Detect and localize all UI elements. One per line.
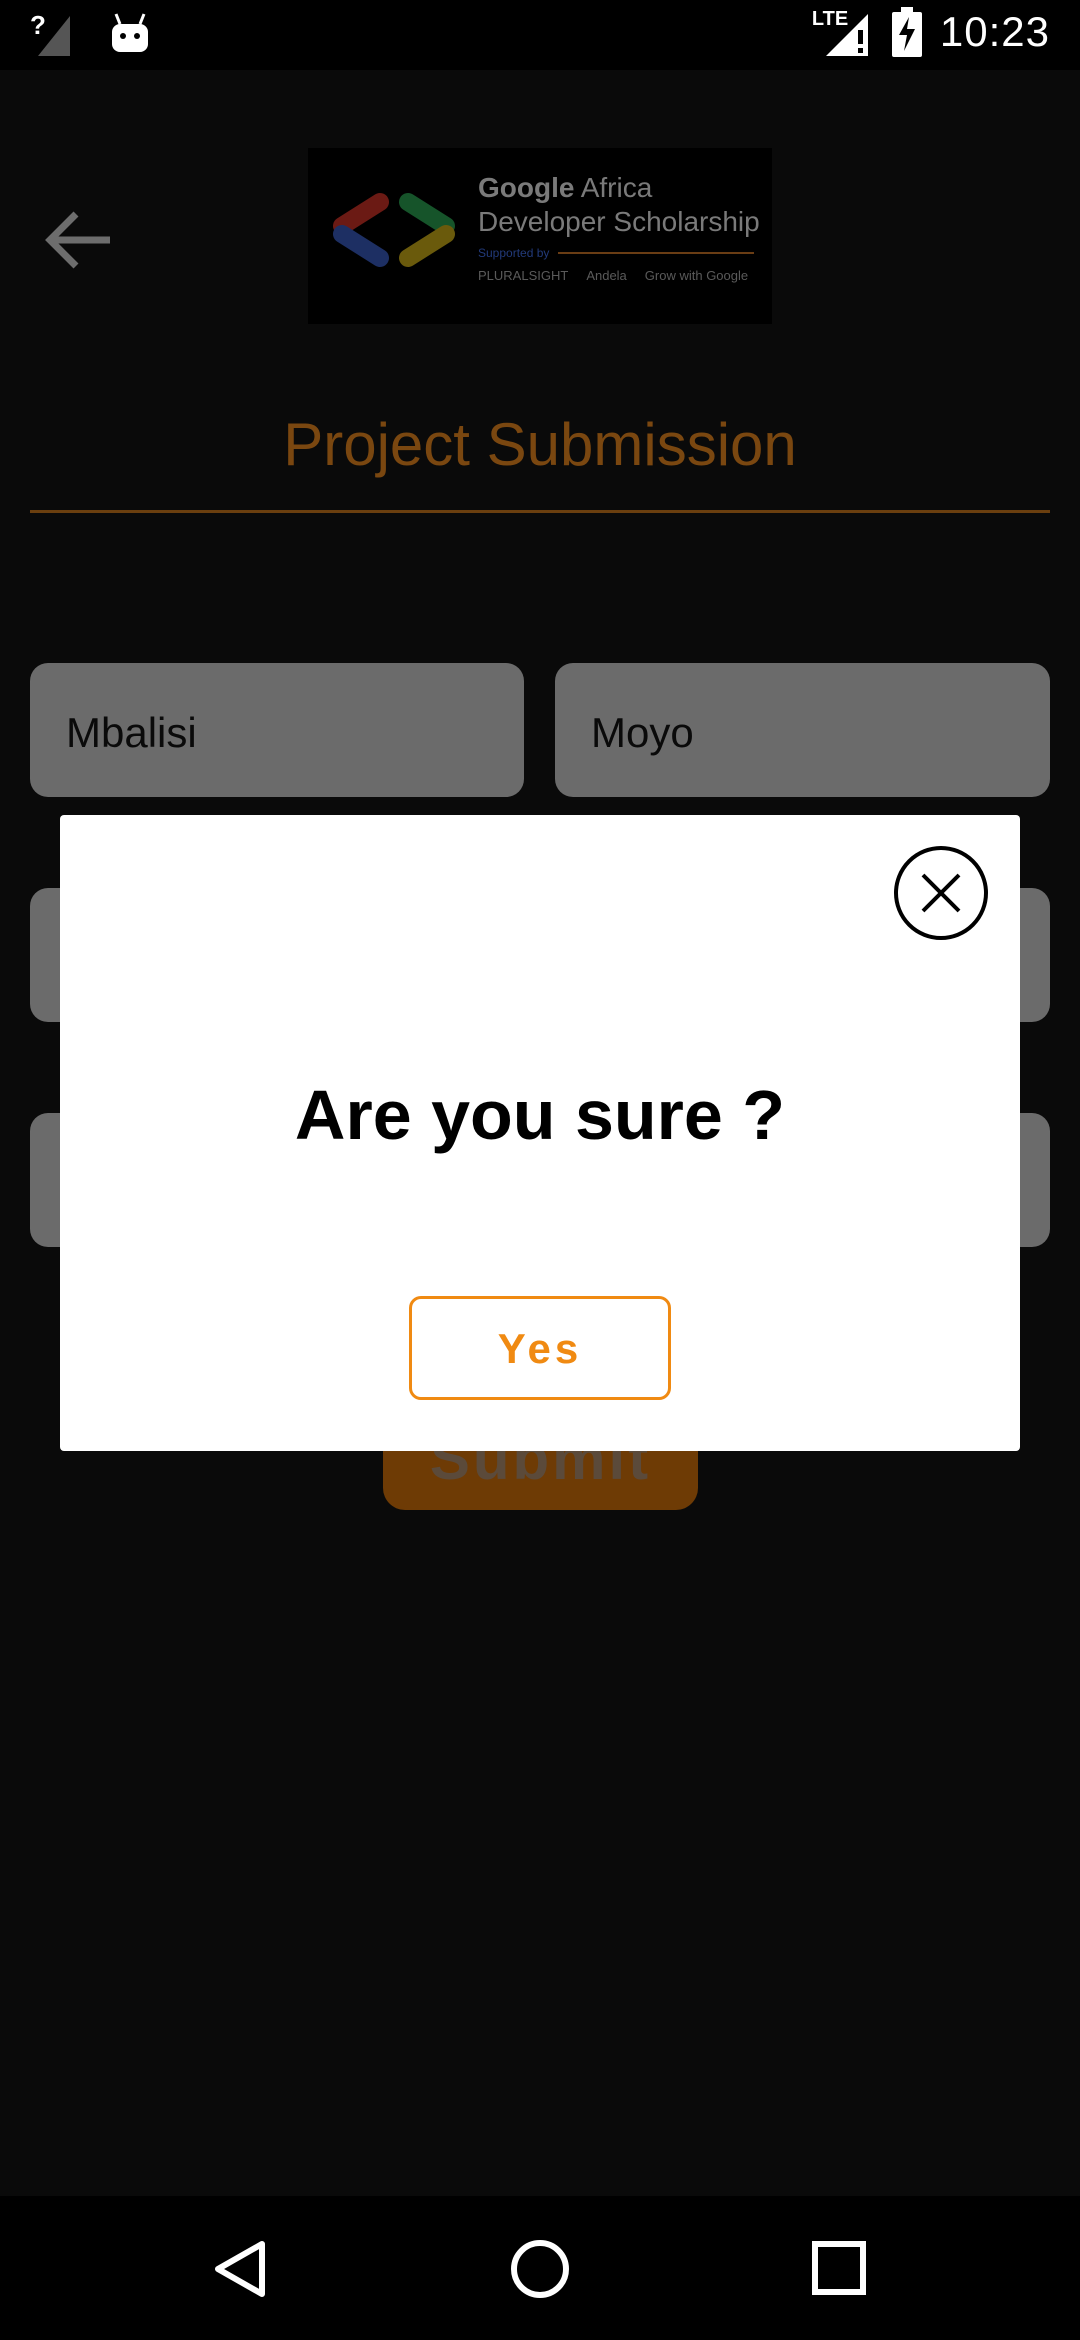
status-time: 10:23 — [939, 8, 1050, 55]
close-circle-icon — [894, 846, 988, 940]
signal-unknown-icon: ? — [30, 10, 70, 56]
nav-home-icon[interactable] — [505, 2234, 575, 2304]
android-icon — [112, 13, 148, 52]
banner-title-line2: Developer Scholarship — [478, 206, 760, 237]
yes-button[interactable]: Yes — [409, 1296, 671, 1400]
first-name-value: Mbalisi — [66, 709, 197, 756]
signal-lte-icon: LTE — [812, 6, 874, 58]
banner-supported-by: Supported by — [478, 246, 550, 260]
navigation-bar — [0, 2196, 1080, 2340]
banner-title-line1: Google Africa — [478, 172, 653, 203]
nav-back-icon[interactable] — [206, 2234, 276, 2304]
title-divider — [30, 510, 1050, 513]
partner-grow-with-google: Grow with Google — [644, 268, 749, 283]
close-button[interactable] — [893, 845, 989, 941]
first-name-field[interactable]: Mbalisi — [30, 663, 524, 797]
partner-pluralsight: PLURALSIGHT — [478, 268, 569, 283]
yes-label: Yes — [497, 1325, 583, 1372]
page-title: Project Submission — [283, 411, 797, 478]
nav-recents-icon[interactable] — [805, 2234, 875, 2304]
partner-andela: Andela — [586, 268, 627, 283]
confirm-dialog: Are you sure ? Yes — [60, 815, 1020, 1451]
banner-partners: PLURALSIGHT Andela Grow with Google — [478, 268, 748, 283]
battery-charging-icon — [891, 7, 922, 57]
status-bar: ? LTE 10:23 — [0, 0, 1080, 70]
back-button[interactable] — [40, 200, 120, 280]
code-brackets-logo — [333, 193, 455, 267]
arrow-back-icon — [45, 211, 110, 269]
scholarship-banner: Google Africa Developer Scholarship Supp… — [308, 148, 772, 324]
banner-divider — [558, 252, 754, 254]
last-name-field[interactable]: Moyo — [555, 663, 1050, 797]
last-name-value: Moyo — [591, 709, 694, 756]
dialog-message: Are you sure ? — [294, 1076, 786, 1154]
svg-text:?: ? — [30, 10, 46, 40]
